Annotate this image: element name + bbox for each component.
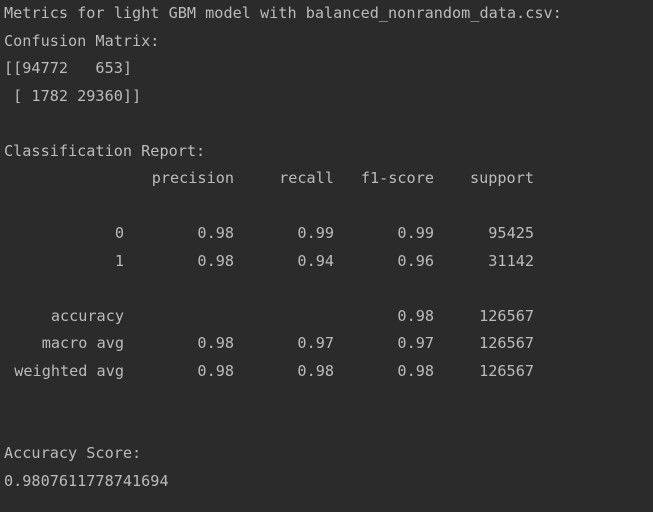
col-f1-score: f1-score (360, 169, 434, 187)
accuracy-score-label: Accuracy Score: (4, 444, 142, 462)
row-f1: 0.97 (397, 334, 434, 352)
row-recall: 0.98 (297, 361, 334, 380)
row-support: 126567 (479, 334, 534, 352)
col-support: support (469, 169, 534, 187)
report-row: 0 0.98 0.99 0.99 95425 (0, 220, 653, 248)
row-support: 126567 (479, 306, 534, 325)
row-label: macro avg (41, 334, 124, 352)
row-support: 126567 (479, 361, 534, 380)
row-f1: 0.98 (397, 306, 434, 325)
row-f1: 0.96 (397, 251, 434, 270)
row-precision: 0.98 (197, 251, 234, 270)
row-precision: 0.98 (197, 334, 234, 352)
row-f1: 0.99 (397, 224, 434, 242)
row-label: 1 (114, 251, 124, 270)
report-summary-row: weighted avg 0.98 0.98 0.98 126567 (0, 358, 653, 386)
report-row: 1 0.98 0.94 0.96 31142 (0, 248, 653, 276)
row-precision: 0.98 (197, 224, 234, 242)
row-f1: 0.98 (397, 361, 434, 380)
row-support: 31142 (488, 251, 534, 270)
report-summary-row: macro avg 0.98 0.97 0.97 126567 (0, 330, 653, 358)
col-recall: recall (279, 169, 334, 187)
confusion-matrix-row-1: [[94772 653] (4, 59, 133, 77)
accuracy-score-value: 0.9807611778741694 (4, 471, 169, 490)
row-label: weighted avg (14, 361, 124, 380)
console-output: Metrics for light GBM model with balance… (0, 0, 653, 512)
row-recall: 0.97 (297, 334, 334, 352)
metrics-header: Metrics for light GBM model with balance… (4, 4, 562, 22)
row-label: accuracy (50, 306, 124, 325)
row-recall: 0.99 (297, 224, 334, 242)
confusion-matrix-row-2: [ 1782 29360]] (4, 86, 142, 105)
row-support: 95425 (488, 224, 534, 242)
classification-report-label: Classification Report: (4, 141, 206, 160)
report-header-row: precision recall f1-score support (0, 165, 653, 193)
row-recall: 0.94 (297, 251, 334, 270)
report-summary-row: accuracy 0.98 126567 (0, 303, 653, 331)
confusion-matrix-label: Confusion Matrix: (4, 31, 160, 50)
col-precision: precision (151, 169, 234, 187)
row-label: 0 (114, 224, 124, 242)
row-precision: 0.98 (197, 361, 234, 380)
